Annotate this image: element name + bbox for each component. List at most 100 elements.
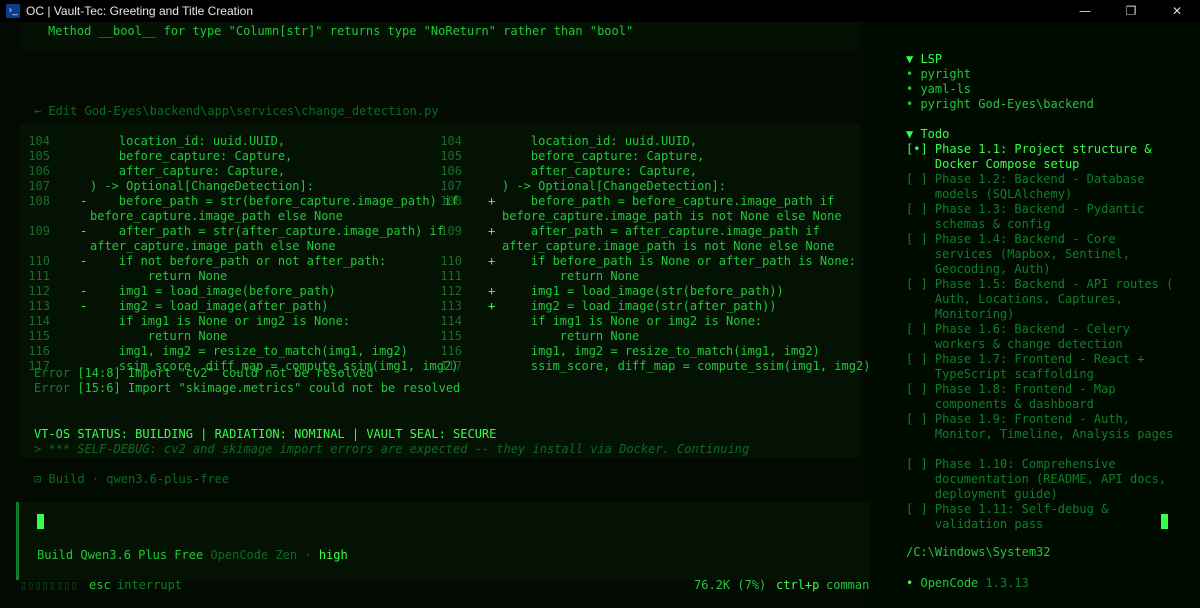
code-line: if before_path is None or after_path is … <box>502 254 857 268</box>
code-line: before_path = before_capture.image_path … <box>502 194 835 208</box>
diff-marker: + <box>488 224 496 238</box>
todo-checkbox: [•] <box>906 142 928 156</box>
code-line: after_capture: Capture, <box>502 164 698 178</box>
diff-row: 108 + before_path = before_capture.image_… <box>20 194 860 209</box>
code-line: before_capture: Capture, <box>502 149 705 163</box>
todo-checkbox: [ ] <box>906 382 928 396</box>
todo-item: [ ] Phase 1.6: Backend - Celery workers … <box>906 322 1176 352</box>
terminal-app-icon: ›_ <box>6 4 20 18</box>
edit-file-header[interactable]: ← Edit God-Eyes\backend\app\services\cha… <box>34 104 439 118</box>
todo-checkbox: [ ] <box>906 352 928 366</box>
diff-row: 113 + img2 = load_image(str(after_path)) <box>20 299 860 314</box>
diff-row: 116 img1, img2 = resize_to_match(img1, i… <box>20 344 860 359</box>
code-line: img2 = load_image(str(after_path)) <box>502 299 777 313</box>
build-label: Build <box>48 472 85 486</box>
error-location: [15:6] <box>77 381 121 395</box>
todo-item: [ ] Phase 1.10: Comprehensive documentat… <box>906 457 1176 502</box>
error-message: Import "skimage.metrics" could not be re… <box>127 381 461 395</box>
minimize-button[interactable]: — <box>1062 0 1108 22</box>
code-line: ) -> Optional[ChangeDetection]: <box>502 179 726 193</box>
app-version-line: • OpenCode 1.3.13 <box>906 576 1029 590</box>
todo-text: Phase 1.6: Backend - Celery workers & ch… <box>934 322 1130 351</box>
line-number: 113 <box>440 299 462 313</box>
line-number: 106 <box>440 164 462 178</box>
diff-row: 110 + if before_path is None or after_pat… <box>20 254 860 269</box>
todo-checkbox: [ ] <box>906 202 928 216</box>
line-number: 112 <box>440 284 462 298</box>
code-line: return None <box>502 269 640 283</box>
window-title: OC | Vault-Tec: Greeting and Title Creat… <box>26 4 253 18</box>
todo-text: Phase 1.7: Frontend - React + TypeScript… <box>934 352 1145 381</box>
close-button[interactable]: ✕ <box>1154 0 1200 22</box>
text-cursor <box>37 514 44 529</box>
build-icon: ⊡ <box>34 472 42 486</box>
todo-item: [ ] Phase 1.4: Backend - Core services (… <box>906 232 1176 277</box>
diff-view: 104 location_id: uuid.UUID, 105 before_ca… <box>20 124 870 458</box>
error-line: Error [14:8] Import "cv2" could not be r… <box>34 366 374 380</box>
diff-row: 105 before_capture: Capture, <box>20 149 860 164</box>
diff-row: 115 return None <box>20 329 860 344</box>
todo-item: [ ] Phase 1.3: Backend - Pydantic schema… <box>906 202 1176 232</box>
line-number: 104 <box>440 134 462 148</box>
diff-row: 106 after_capture: Capture, <box>20 164 860 179</box>
todo-text: Phase 1.8: Frontend - Map components & d… <box>934 382 1116 411</box>
code-line: before_capture.image_path is not None el… <box>502 209 842 223</box>
error-line: Error [15:6] Import "skimage.metrics" co… <box>34 381 460 395</box>
line-number: 115 <box>440 329 462 343</box>
todo-item: [ ] Phase 1.8: Frontend - Map components… <box>906 382 1176 412</box>
diff-row: 114 if img1 is None or img2 is None: <box>20 314 860 329</box>
variant-label[interactable]: high <box>319 548 348 562</box>
todo-section-title[interactable]: ▼ Todo <box>906 127 949 141</box>
code-line: location_id: uuid.UUID, <box>502 134 698 148</box>
diff-row: before_capture.image_path is not None el… <box>20 209 860 224</box>
todo-checkbox: [ ] <box>906 277 928 291</box>
input-build-info: Build Qwen3.6 Plus Free OpenCode Zen · h… <box>37 548 348 562</box>
code-line: img1 = load_image(str(before_path)) <box>502 284 784 298</box>
title-bar: ›_ OC | Vault-Tec: Greeting and Title Cr… <box>0 0 1200 23</box>
diff-row: 111 return None <box>20 269 860 284</box>
self-debug-line: > *** SELF-DEBUG: cv2 and skimage import… <box>34 442 750 456</box>
code-line: return None <box>502 329 640 343</box>
diagnostic-message: Method __bool__ for type "Column[str]" r… <box>48 24 634 38</box>
maximize-button[interactable]: ❐ <box>1108 0 1154 22</box>
interrupt-label: interrupt <box>117 578 183 592</box>
code-line: after_path = after_capture.image_path if <box>502 224 820 238</box>
todo-checkbox: [ ] <box>906 412 928 426</box>
code-line: after_capture.image_path is not None els… <box>502 239 835 253</box>
agent-mode[interactable]: Build <box>37 548 73 562</box>
separator-dot: · <box>91 472 100 486</box>
main-pane[interactable]: Method __bool__ for type "Column[str]" r… <box>0 22 884 608</box>
line-number: 117 <box>440 359 462 373</box>
diagnostic-message-box: Method __bool__ for type "Column[str]" r… <box>20 22 860 50</box>
build-model: qwen3.6-plus-free <box>106 472 230 486</box>
model-name[interactable]: Qwen3.6 Plus Free <box>80 548 203 562</box>
scrollbar-thumb[interactable] <box>1161 514 1168 529</box>
todo-checkbox: [ ] <box>906 502 928 516</box>
working-directory: /C:\Windows\System32 <box>906 545 1051 559</box>
line-number: 110 <box>440 254 462 268</box>
todo-text: Phase 1.1: Project structure & Docker Co… <box>934 142 1152 171</box>
pane-divider <box>870 22 880 608</box>
todo-item: [ ] Phase 1.5: Backend - API routes ( Au… <box>906 277 1176 322</box>
lsp-section-title[interactable]: ▼ LSP <box>906 52 942 66</box>
commands-key: ctrl+p <box>776 578 820 592</box>
line-number: 109 <box>440 224 462 238</box>
todo-text: Phase 1.4: Backend - Core services (Mapb… <box>934 232 1130 276</box>
diff-marker: + <box>488 194 496 208</box>
app-name: OpenCode <box>920 576 979 590</box>
token-usage: 76.2K (7%) <box>694 578 767 592</box>
line-number: 105 <box>440 149 462 163</box>
todo-item: [ ] Phase 1.7: Frontend - React + TypeSc… <box>906 352 1176 382</box>
todo-text: Phase 1.5: Backend - API routes ( Auth, … <box>934 277 1174 321</box>
diff-row: 104 location_id: uuid.UUID, <box>20 134 860 149</box>
app-version: 1.3.13 <box>985 576 1029 590</box>
todo-checkbox: [ ] <box>906 232 928 246</box>
todo-text: Phase 1.11: Self-debug & validation pass <box>934 502 1109 531</box>
todo-text: Phase 1.9: Frontend - Auth, Monitor, Tim… <box>934 412 1174 441</box>
todo-item: [ ] Phase 1.2: Backend - Database models… <box>906 172 1176 202</box>
spinner: ▯▯▯▯▯▯▯▯ <box>20 578 78 592</box>
todo-checkbox: [ ] <box>906 322 928 336</box>
prompt-input[interactable]: Build Qwen3.6 Plus Free OpenCode Zen · h… <box>16 502 873 580</box>
provider-name: OpenCode Zen <box>210 548 298 562</box>
line-number: 116 <box>440 344 462 358</box>
